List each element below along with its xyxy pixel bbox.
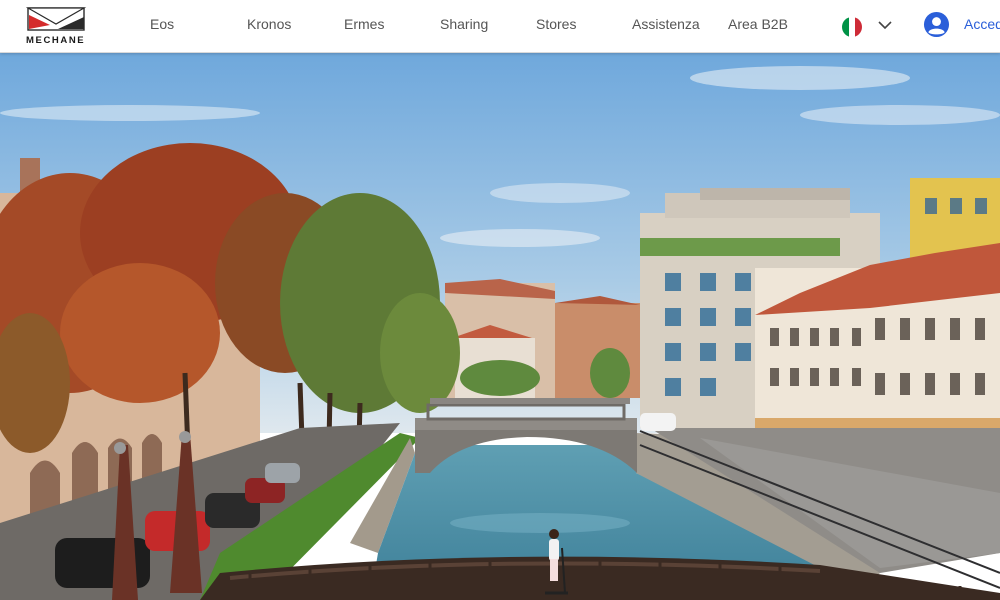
logo-mark-icon bbox=[25, 7, 87, 31]
nav-item-sharing[interactable]: Sharing bbox=[440, 16, 488, 34]
logo-wordmark: MECHANE bbox=[26, 35, 86, 46]
hero-banner bbox=[0, 53, 1000, 600]
nav-item-assistenza[interactable]: Assistenza bbox=[632, 16, 700, 34]
nav-item-kronos[interactable]: Kronos bbox=[247, 16, 291, 34]
nav-item-ermes[interactable]: Ermes bbox=[344, 16, 384, 34]
hero-photo-canal-icon bbox=[0, 53, 1000, 600]
mechane-logo[interactable]: MECHANE bbox=[25, 7, 88, 47]
nav-item-eos[interactable]: Eos bbox=[150, 16, 174, 34]
italy-flag-icon[interactable] bbox=[842, 17, 862, 37]
account-circle-icon[interactable] bbox=[923, 11, 950, 38]
login-link[interactable]: Accedi bbox=[964, 16, 1000, 32]
nav-item-stores[interactable]: Stores bbox=[536, 16, 576, 34]
nav-item-area-b2b[interactable]: Area B2B bbox=[728, 16, 788, 34]
chevron-down-icon[interactable] bbox=[878, 20, 892, 30]
top-navigation-bar: MECHANE Eos Kronos Ermes Sharing Stores … bbox=[0, 0, 1000, 53]
